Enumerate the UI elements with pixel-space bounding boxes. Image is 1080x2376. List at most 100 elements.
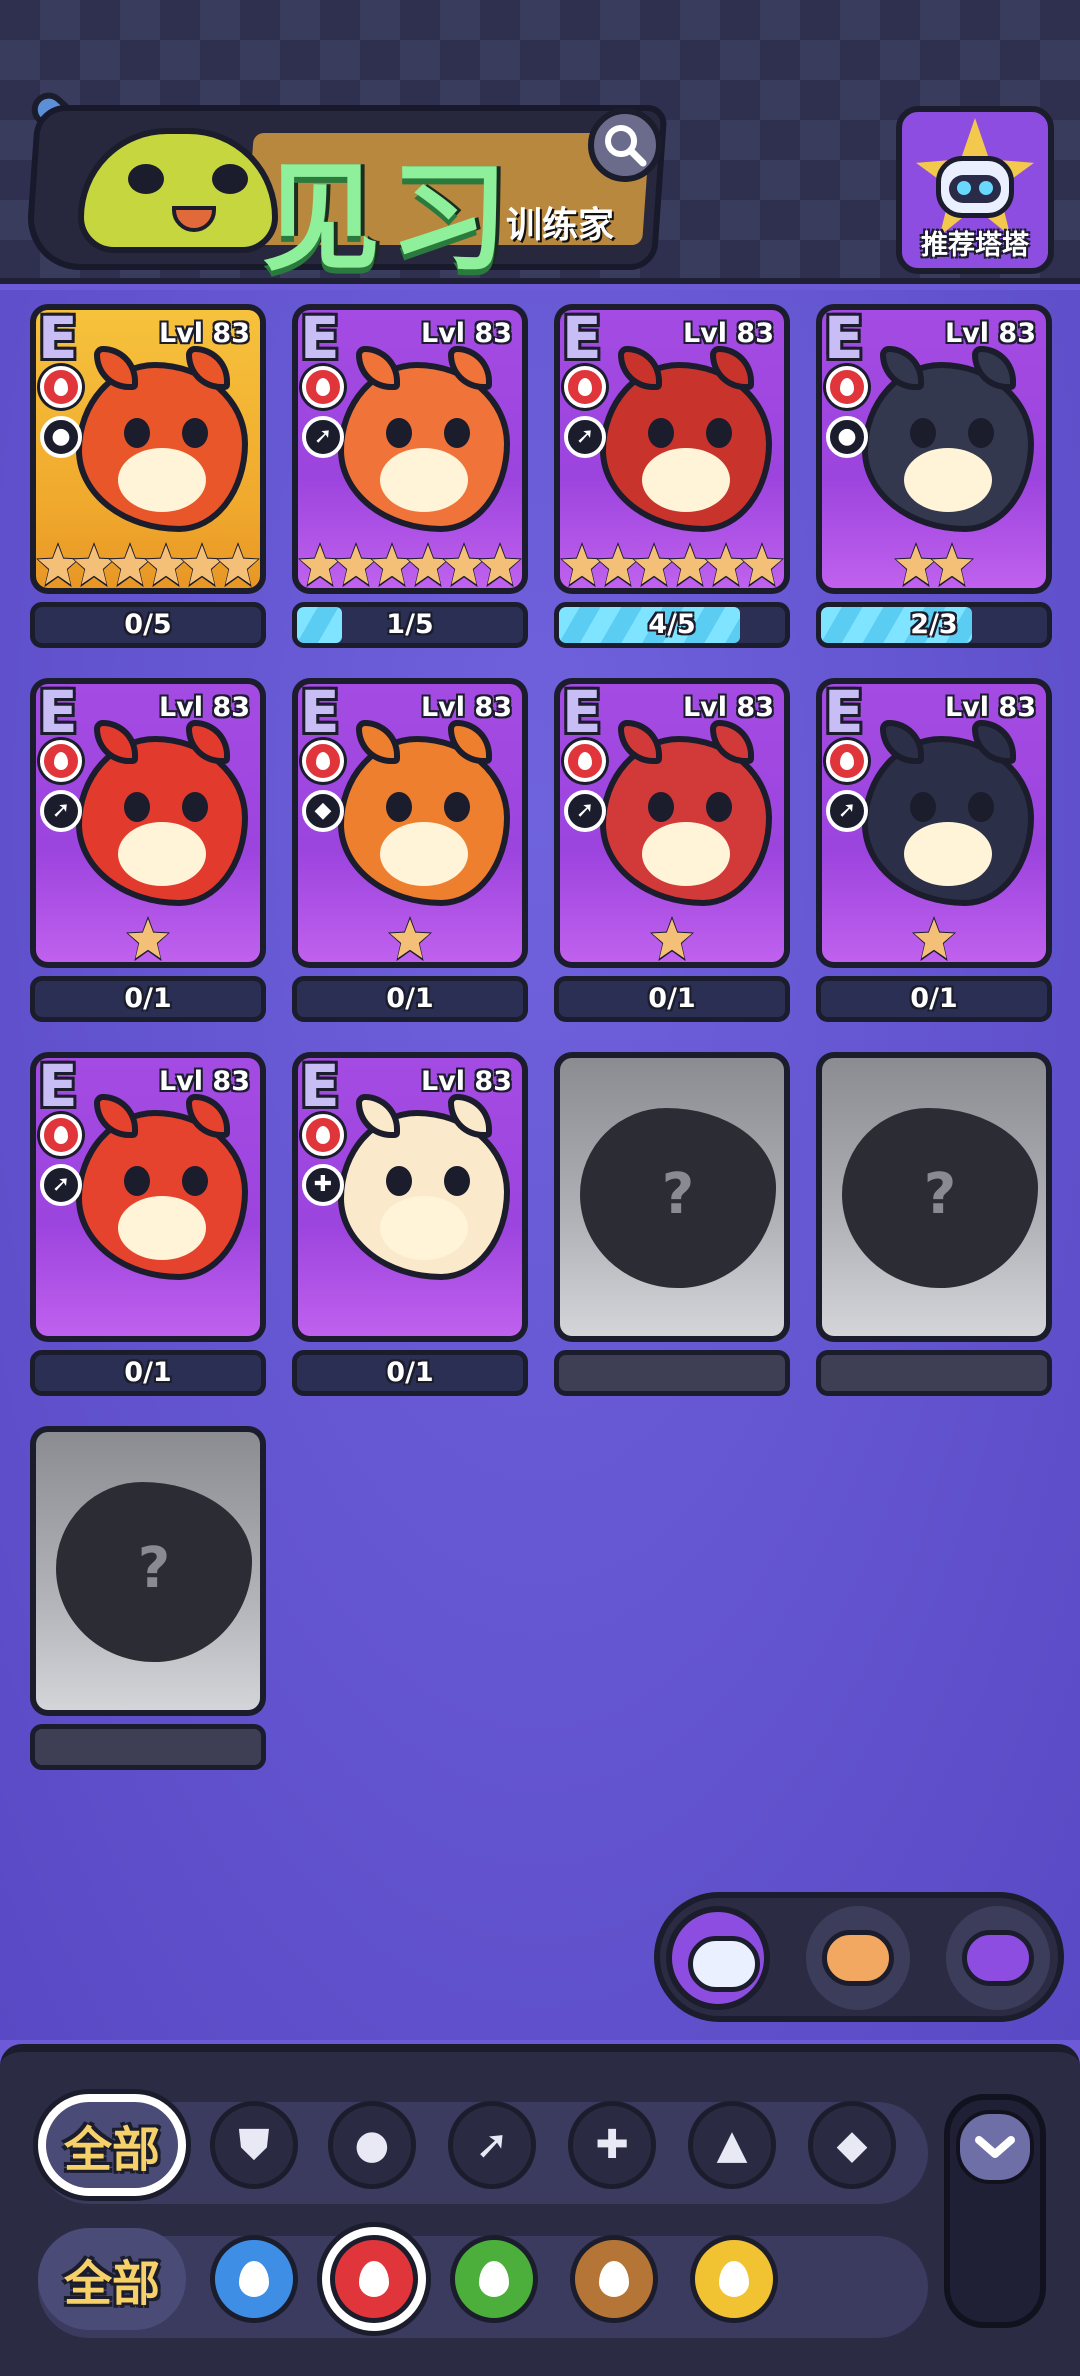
star-fill — [146, 545, 186, 585]
unknown-mark: ? — [137, 1536, 171, 1601]
companion-hamster[interactable] — [806, 1906, 910, 2010]
water-icon[interactable] — [210, 2235, 298, 2323]
pet-eye — [648, 418, 674, 448]
star-fill — [706, 545, 746, 585]
pet-card[interactable]: E Lvl 83 ● — [816, 304, 1052, 594]
diamond-icon: ◆ — [302, 790, 344, 832]
fire-icon[interactable] — [330, 2235, 418, 2323]
lightning-icon[interactable] — [690, 2235, 778, 2323]
card-face: E Lvl 83 ➚ — [36, 684, 260, 962]
pet-portrait — [862, 346, 1034, 532]
pet-card[interactable]: E Lvl 83 ➚ — [292, 304, 528, 594]
pet-card[interactable]: E Lvl 83 ● — [30, 304, 266, 594]
role-filter-all-button[interactable]: 全部 — [38, 2094, 186, 2196]
fire-element-icon — [40, 740, 82, 782]
dash-icon: ➚ — [564, 790, 606, 832]
pet-ear — [186, 720, 230, 764]
level-label: Lvl 83 — [158, 1066, 250, 1097]
fire-element-icon — [302, 740, 344, 782]
pet-card[interactable]: E Lvl 83 ➚ — [554, 678, 790, 968]
pet-eye — [648, 792, 674, 822]
leaf-icon[interactable] — [450, 2235, 538, 2323]
star-icon — [370, 542, 414, 588]
companion-selector — [654, 1892, 1064, 2022]
pet-eye — [124, 418, 150, 448]
pet-eye — [444, 1166, 470, 1196]
pet-belly — [904, 822, 992, 886]
pet-ear — [186, 1094, 230, 1138]
chevron-down-icon — [975, 2136, 1015, 2158]
toggle-knob[interactable] — [956, 2110, 1034, 2184]
pet-ear — [448, 346, 492, 390]
shard-progress-bar: 2/3 — [816, 602, 1052, 648]
star-icon — [478, 542, 522, 588]
star-icon — [930, 542, 974, 588]
star-icon — [72, 542, 116, 588]
pet-eye — [968, 792, 994, 822]
card-face: E Lvl 83 ➚ — [298, 310, 522, 588]
cross-icon[interactable]: ✚ — [568, 2101, 656, 2189]
earth-icon[interactable] — [570, 2235, 658, 2323]
bust-icon[interactable]: ● — [328, 2101, 416, 2189]
card-face: E Lvl 83 ➚ — [36, 1058, 260, 1336]
search-button[interactable] — [588, 108, 662, 182]
shield-icon[interactable]: ⛊ — [210, 2101, 298, 2189]
pet-portrait — [338, 346, 510, 532]
pet-ear — [448, 1094, 492, 1138]
shard-progress-text: 4/5 — [648, 609, 696, 640]
star-fill — [914, 919, 954, 959]
diamond-icon[interactable]: ◆ — [808, 2101, 896, 2189]
pet-card[interactable]: E Lvl 83 ➚ — [30, 678, 266, 968]
empty-progress-bar — [30, 1724, 266, 1770]
pet-ear — [94, 1094, 138, 1138]
star-icon — [388, 916, 432, 962]
frog-mouth — [172, 206, 216, 232]
level-label: Lvl 83 — [158, 692, 250, 723]
star-rating — [560, 908, 784, 962]
fire-element-icon — [40, 1114, 82, 1156]
locked-pet-card[interactable]: ? — [554, 1052, 790, 1342]
pet-card[interactable]: E Lvl 83 ➚ — [816, 678, 1052, 968]
companion-cat-star[interactable] — [946, 1906, 1050, 2010]
locked-pet-card[interactable]: ? — [30, 1426, 266, 1716]
star-icon — [108, 542, 152, 588]
hamster-icon — [822, 1930, 894, 1986]
water-icon-glyph — [239, 2261, 269, 2297]
pet-ear — [448, 720, 492, 764]
pet-eye — [968, 418, 994, 448]
dash-icon[interactable]: ➚ — [448, 2101, 536, 2189]
rank-letter: E — [824, 310, 864, 372]
companion-robot[interactable] — [666, 1906, 770, 2010]
locked-pet-card[interactable]: ? — [816, 1052, 1052, 1342]
pet-card[interactable]: E Lvl 83 ➚ — [30, 1052, 266, 1342]
star-icon — [144, 542, 188, 588]
recommend-button[interactable]: 推荐塔塔 — [896, 106, 1054, 274]
star-rating — [36, 534, 260, 588]
shard-progress-text: 0/5 — [124, 609, 172, 640]
pet-ear — [186, 346, 230, 390]
pet-card[interactable]: E Lvl 83 ✚ — [292, 1052, 528, 1342]
star-icon — [442, 542, 486, 588]
shard-progress-text: 0/1 — [124, 983, 172, 1014]
card-face: E Lvl 83 ➚ — [560, 310, 784, 588]
pet-card[interactable]: E Lvl 83 ◆ — [292, 678, 528, 968]
element-filter-all-button[interactable]: 全部 — [38, 2228, 186, 2330]
pet-ear — [618, 346, 662, 390]
star-icon — [216, 542, 260, 588]
star-fill — [444, 545, 484, 585]
star-rating — [822, 534, 1046, 588]
star-fill — [598, 545, 638, 585]
pet-card[interactable]: E Lvl 83 ➚ — [554, 304, 790, 594]
fire-element-icon — [564, 740, 606, 782]
shard-progress-bar: 4/5 — [554, 602, 790, 648]
collapse-toggle[interactable] — [944, 2094, 1046, 2328]
pet-belly — [642, 822, 730, 886]
flask-icon[interactable]: ▲ — [688, 2101, 776, 2189]
pet-eye — [386, 1166, 412, 1196]
star-icon — [740, 542, 784, 588]
dash-icon: ➚ — [826, 790, 868, 832]
star-icon — [668, 542, 712, 588]
pet-ear — [356, 720, 400, 764]
rank-letter: E — [300, 310, 340, 372]
star-icon — [36, 542, 80, 588]
